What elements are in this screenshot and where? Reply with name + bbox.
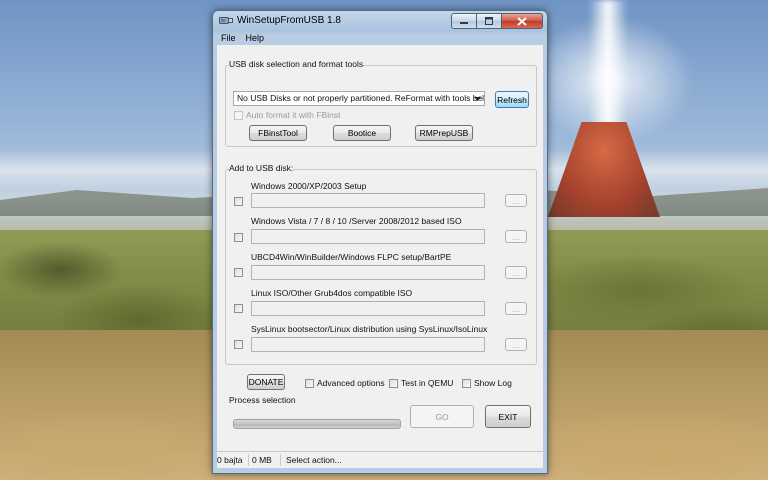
exit-button[interactable]: EXIT: [485, 405, 531, 428]
app-window: WinSetupFromUSB 1.8 File Help USB disk s…: [212, 10, 548, 474]
window-client-area: USB disk selection and format tools No U…: [217, 45, 543, 468]
title-bar[interactable]: WinSetupFromUSB 1.8: [213, 11, 547, 31]
add-to-usb-group-label: Add to USB disk:: [229, 163, 294, 173]
usb-disk-group-label: USB disk selection and format tools: [229, 59, 364, 69]
menu-bar: File Help: [217, 32, 547, 45]
status-size: 0 MB: [252, 455, 272, 465]
menu-file[interactable]: File: [221, 32, 236, 45]
menu-help[interactable]: Help: [246, 32, 265, 45]
browse-button-linux-iso[interactable]: ...: [505, 302, 527, 315]
status-separator: [280, 454, 281, 466]
advanced-options-checkbox[interactable]: [305, 379, 314, 388]
source-label-linux-iso: Linux ISO/Other Grub4dos compatible ISO: [251, 288, 413, 298]
source-path-syslinux[interactable]: [251, 337, 485, 352]
source-checkbox-vista-iso[interactable]: [234, 233, 243, 242]
minimize-button[interactable]: [451, 13, 477, 29]
show-log-checkbox[interactable]: [462, 379, 471, 388]
status-bytes: 0 bajta: [217, 455, 243, 465]
usb-disk-select[interactable]: No USB Disks or not properly partitioned…: [233, 91, 485, 106]
go-button[interactable]: GO: [410, 405, 474, 428]
auto-format-label: Auto format it with FBinst: [246, 110, 341, 120]
fbinsttool-button[interactable]: FBinstTool: [249, 125, 307, 141]
close-button[interactable]: [502, 13, 543, 29]
chevron-down-icon: [472, 92, 482, 105]
auto-format-checkbox[interactable]: [234, 111, 243, 120]
window-title: WinSetupFromUSB 1.8: [237, 15, 341, 26]
source-path-linux-iso[interactable]: [251, 301, 485, 316]
status-message: Select action...: [286, 455, 342, 465]
source-checkbox-ubcd4win[interactable]: [234, 268, 243, 277]
source-label-ubcd4win: UBCD4Win/WinBuilder/Windows FLPC setup/B…: [251, 252, 452, 262]
source-path-vista-iso[interactable]: [251, 229, 485, 244]
rmprepusb-button[interactable]: RMPrepUSB: [415, 125, 473, 141]
close-icon: [517, 16, 527, 26]
wallpaper-geyser-jet: [588, 0, 628, 130]
show-log-label: Show Log: [474, 378, 512, 388]
usb-drive-icon: [219, 15, 233, 26]
donate-button[interactable]: DONATE: [247, 374, 285, 390]
maximize-icon: [485, 17, 493, 25]
browse-button-vista-iso[interactable]: ...: [505, 230, 527, 243]
source-checkbox-linux-iso[interactable]: [234, 304, 243, 313]
source-label-winxp: Windows 2000/XP/2003 Setup: [251, 181, 367, 191]
browse-button-winxp[interactable]: ...: [505, 194, 527, 207]
test-in-qemu-checkbox[interactable]: [389, 379, 398, 388]
source-path-winxp[interactable]: [251, 193, 485, 208]
source-checkbox-syslinux[interactable]: [234, 340, 243, 349]
maximize-button[interactable]: [477, 13, 502, 29]
process-selection-label: Process selection: [229, 395, 296, 405]
test-in-qemu-label: Test in QEMU: [401, 378, 454, 388]
source-label-syslinux: SysLinux bootsector/Linux distribution u…: [251, 324, 488, 334]
progress-bar: [233, 419, 401, 429]
source-label-vista-iso: Windows Vista / 7 / 8 / 10 /Server 2008/…: [251, 216, 462, 226]
advanced-options-label: Advanced options: [317, 378, 385, 388]
window-controls: [451, 13, 543, 29]
status-separator: [248, 454, 249, 466]
minimize-icon: [460, 22, 468, 24]
usb-disk-select-value: No USB Disks or not properly partitioned…: [237, 93, 485, 103]
source-path-ubcd4win[interactable]: [251, 265, 485, 280]
status-bar: 0 bajta 0 MB Select action...: [217, 451, 543, 468]
browse-button-ubcd4win[interactable]: ...: [505, 266, 527, 279]
bootice-button[interactable]: Bootice: [333, 125, 391, 141]
refresh-button[interactable]: Refresh: [495, 91, 529, 108]
browse-button-syslinux[interactable]: ...: [505, 338, 527, 351]
source-checkbox-winxp[interactable]: [234, 197, 243, 206]
